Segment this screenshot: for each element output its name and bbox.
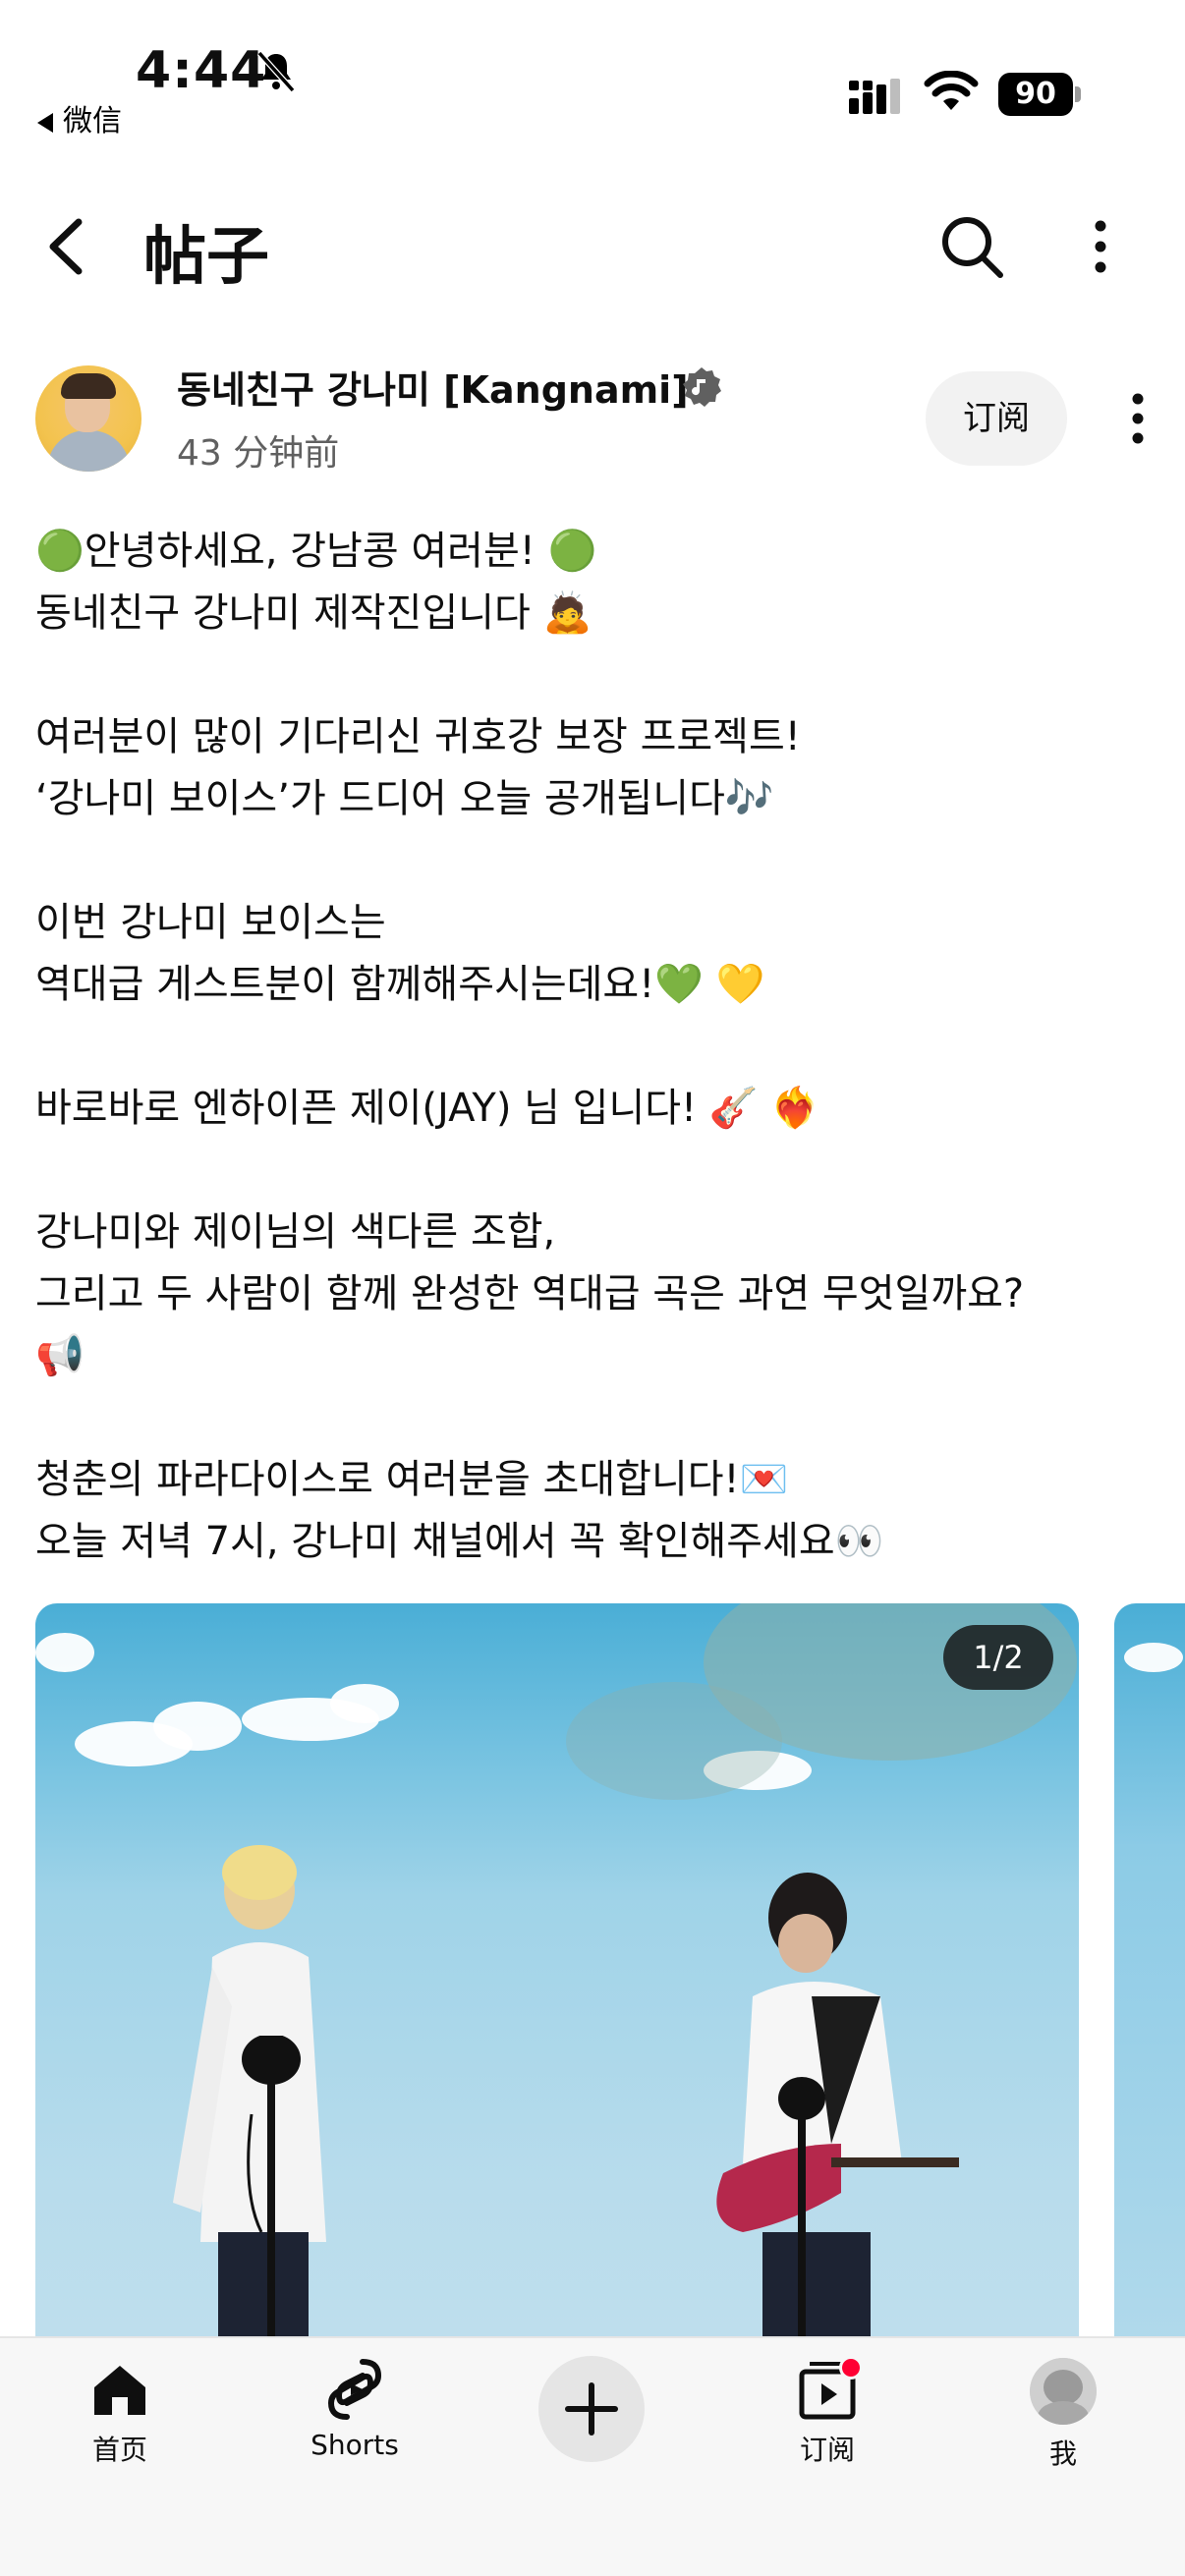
page-title: 帖子 <box>143 221 269 294</box>
post-line: 이번 강나미 보이스는 <box>35 900 386 945</box>
cellular-signal-icon <box>849 79 900 114</box>
back-to-wechat[interactable]: 微信 <box>37 96 122 140</box>
profile-avatar-icon <box>1030 2358 1097 2425</box>
cloud-shape <box>35 1633 94 1672</box>
search-icon[interactable] <box>937 212 1006 281</box>
status-bar: 4:44 微信 90 <box>0 0 1185 147</box>
post-line: 강나미와 제이님의 색다른 조합, <box>35 1209 556 1255</box>
back-arrow-icon[interactable] <box>39 212 98 281</box>
plus-icon <box>565 2382 618 2436</box>
back-triangle-icon <box>37 112 53 133</box>
channel-avatar[interactable] <box>35 365 141 472</box>
shorts-icon <box>327 2359 382 2420</box>
nav-subscriptions-label: 订阅 <box>799 2434 855 2466</box>
nav-shorts-label: Shorts <box>310 2429 399 2461</box>
create-button[interactable] <box>538 2356 645 2462</box>
nav-home[interactable]: 首页 <box>79 2358 161 2468</box>
post-line: 🟢안녕하세요, 강남콩 여러분! 🟢 <box>35 529 597 574</box>
post-line: 여러분이 많이 기다리신 귀호강 보장 프로젝트! <box>35 714 801 759</box>
post-line: 그리고 두 사람이 함께 완성한 역대급 곡은 과연 무엇일까요? <box>35 1271 1025 1316</box>
post-line: 바로바로 엔하이픈 제이(JAY) 님 입니다! 🎸 ❤️‍🔥 <box>35 1086 820 1131</box>
image-page-indicator: 1/2 <box>943 1625 1053 1690</box>
post-line: 동네친구 강나미 제작진입니다 🙇 <box>35 590 592 636</box>
avatar-hair <box>61 373 116 399</box>
bell-muted-icon <box>256 50 296 93</box>
avatar-body <box>47 430 130 472</box>
post-line: 청춘의 파라다이스로 여러분을 초대합니다!💌 <box>35 1457 789 1502</box>
post-time: 43 分钟前 <box>177 433 340 474</box>
post-line <box>35 830 1165 892</box>
battery-tip <box>1075 86 1081 102</box>
new-content-dot <box>839 2356 863 2380</box>
leaves-shape <box>566 1682 782 1800</box>
verified-music-icon <box>683 367 721 407</box>
nav-me[interactable]: 我 <box>1022 2358 1104 2472</box>
post-line <box>35 644 1165 706</box>
nav-me-label: 我 <box>1048 2437 1077 2470</box>
post-line <box>35 1016 1165 1078</box>
post-text: 🟢안녕하세요, 강남콩 여러분! 🟢 동네친구 강나미 제작진입니다 🙇 여러분… <box>35 521 1165 1573</box>
post-line: 📢 <box>35 1333 85 1378</box>
wifi-icon <box>924 71 979 110</box>
home-icon <box>94 2366 145 2415</box>
top-app-bar: 帖子 <box>0 187 1185 305</box>
post-line <box>35 1140 1165 1202</box>
back-app-label: 微信 <box>63 104 122 139</box>
more-options-icon[interactable] <box>1081 212 1120 281</box>
nav-subscriptions[interactable]: 订阅 <box>786 2356 869 2468</box>
nav-shorts[interactable]: Shorts <box>301 2358 409 2461</box>
battery-level: 90 <box>998 73 1073 116</box>
post-more-icon[interactable] <box>1118 387 1157 450</box>
cloud-shape <box>153 1702 242 1751</box>
battery-indicator: 90 <box>998 73 1081 116</box>
post-line: ‘강나미 보이스’가 드디어 오늘 공개됩니다🎶 <box>35 776 774 821</box>
post-line: 역대급 게스트분이 함께해주시는데요!💚 💛 <box>35 962 765 1007</box>
profile-avatar-art <box>1030 2358 1097 2425</box>
cloud-shape <box>1124 1643 1183 1672</box>
nav-home-label: 首页 <box>91 2434 147 2466</box>
post-line <box>35 1387 1165 1449</box>
bottom-navigation: 首页 Shorts 订阅 我 <box>0 2336 1185 2576</box>
cloud-shape <box>330 1684 399 1723</box>
status-time: 4:44 <box>136 41 267 100</box>
post-line: 오늘 저녁 7시, 강나미 채널에서 꼭 확인해주세요👀 <box>35 1519 884 1564</box>
subscribe-button[interactable]: 订阅 <box>926 371 1067 466</box>
channel-name[interactable]: 동네친구 강나미 [Kangnami] <box>177 360 689 414</box>
